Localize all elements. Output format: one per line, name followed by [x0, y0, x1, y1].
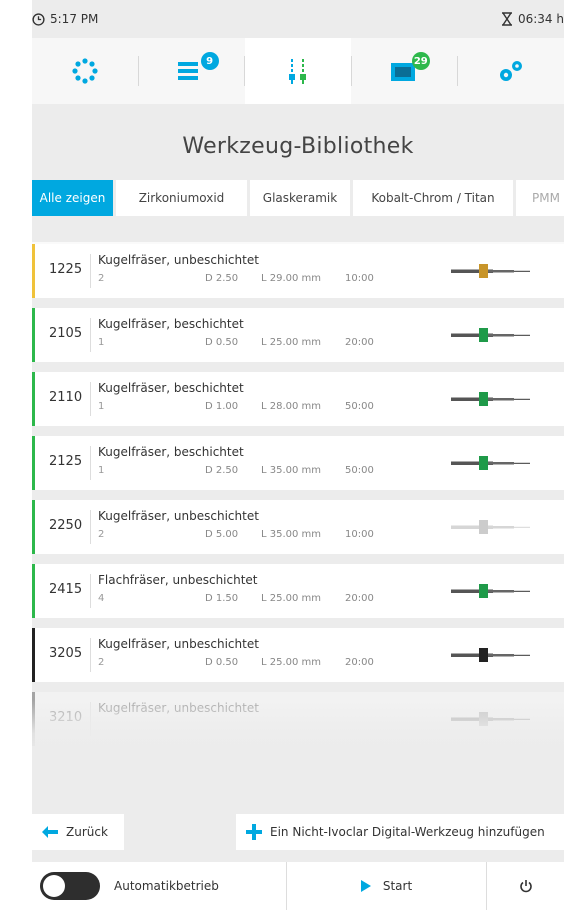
tool-length: L 25.00 mm: [261, 593, 322, 604]
start-button[interactable]: Start: [286, 862, 486, 910]
tool-diameter: D 1.00: [205, 401, 239, 412]
tool-row[interactable]: 3205 Kugelfräser, unbeschichtet 2 D 0.50 L 2…: [32, 628, 564, 682]
tool-count: 2: [98, 529, 105, 540]
power-icon: [519, 880, 532, 893]
tool-row[interactable]: 2250 Kugelfräser, unbeschichtet 2 D 5.00 L 3…: [32, 500, 564, 554]
tab-zirconia[interactable]: Zirkoniumoxid: [116, 180, 247, 216]
tool-time: 10:00: [345, 529, 374, 540]
tool-name: Kugelfräser, unbeschichtet: [98, 253, 259, 267]
milling-tool-icon: [451, 392, 530, 406]
milling-tool-icon: [451, 328, 530, 342]
tab-pmma[interactable]: PMM: [516, 180, 564, 216]
tool-count: 2: [98, 657, 105, 668]
main-nav: 9 29: [32, 38, 564, 104]
tool-count: 1: [98, 401, 105, 412]
tool-name: Kugelfräser, unbeschichtet: [98, 509, 259, 523]
arrow-left-icon: [42, 826, 58, 838]
tab-all[interactable]: Alle zeigen: [32, 180, 113, 216]
milling-tools-icon: [288, 59, 306, 84]
back-button[interactable]: Zurück: [32, 814, 124, 850]
clock-icon: [32, 12, 45, 26]
tool-diameter: D 2.50: [205, 273, 239, 284]
power-button[interactable]: [486, 862, 564, 910]
nav-machine[interactable]: [32, 38, 138, 104]
tool-name: Kugelfräser, beschichtet: [98, 445, 244, 459]
tab-cobalt-chrome-titanium[interactable]: Kobalt-Chrom / Titan: [353, 180, 513, 216]
tool-time: 50:00: [345, 401, 374, 412]
auto-mode: Automatikbetrieb: [32, 862, 286, 910]
bottom-bar: Automatikbetrieb Start: [32, 862, 564, 910]
tool-number: 2415: [49, 582, 83, 597]
tool-row[interactable]: 2105 Kugelfräser, beschichtet 1 D 0.50 L 25.…: [32, 308, 564, 362]
remaining-time: 06:34 h: [517, 12, 564, 26]
milling-tool-icon: [451, 584, 530, 598]
tool-length: L 25.00 mm: [261, 337, 322, 348]
tool-time: 20:00: [345, 657, 374, 668]
tool-number: 2250: [49, 518, 83, 533]
tool-list: 1225 Kugelfräser, unbeschichtet 2 D 2.50 L 2…: [32, 244, 564, 756]
status-bar: 5:17 PM 06:34 h: [32, 12, 564, 34]
nav-jobs[interactable]: 9: [139, 38, 245, 104]
tool-diameter: D 2.50: [205, 465, 239, 476]
tool-diameter: D 1.50: [205, 593, 239, 604]
tool-row[interactable]: 1225 Kugelfräser, unbeschichtet 2 D 2.50 L 2…: [32, 244, 564, 298]
tool-diameter: D 0.50: [205, 337, 239, 348]
tool-length: L 28.00 mm: [261, 401, 322, 412]
tool-time: 20:00: [345, 593, 374, 604]
tool-diameter: D 0.50: [205, 657, 239, 668]
tool-name: Kugelfräser, unbeschichtet: [98, 637, 259, 651]
tool-number: 2105: [49, 326, 83, 341]
play-icon: [360, 880, 371, 892]
tool-number: 2110: [49, 390, 83, 405]
clock-time: 5:17 PM: [50, 12, 99, 26]
milling-tool-icon: [451, 264, 530, 278]
page-title: Werkzeug-Bibliothek: [182, 134, 414, 159]
material-tabs: Alle zeigen Zirkoniumoxid Glaskeramik Ko…: [32, 180, 564, 216]
plus-icon: [246, 824, 262, 840]
blanks-badge: 29: [411, 52, 430, 70]
tool-number: 1225: [49, 262, 83, 277]
milling-tool-icon: [451, 520, 530, 534]
hourglass-icon: [501, 12, 512, 26]
gears-icon: [500, 61, 523, 81]
milling-tool-icon: [451, 456, 530, 470]
tool-name: Kugelfräser, beschichtet: [98, 381, 244, 395]
tool-number: 3205: [49, 646, 83, 661]
tab-glass-ceramic[interactable]: Glaskeramik: [250, 180, 350, 216]
tool-time: 10:00: [345, 273, 374, 284]
milling-tool-icon: [451, 648, 530, 662]
nav-settings[interactable]: [458, 38, 564, 104]
app-frame: 5:17 PM 06:34 h 9 29 Werkzeug-Bibliothek…: [32, 0, 564, 910]
auto-mode-label: Automatikbetrieb: [114, 879, 219, 893]
auto-mode-toggle[interactable]: [40, 872, 100, 900]
tool-time: 20:00: [345, 337, 374, 348]
tool-time: 50:00: [345, 465, 374, 476]
tool-row[interactable]: 2415 Flachfräser, unbeschichtet 4 D 1.50 L 2…: [32, 564, 564, 618]
tool-name: Flachfräser, unbeschichtet: [98, 573, 258, 587]
tool-length: L 29.00 mm: [261, 273, 322, 284]
tool-length: L 35.00 mm: [261, 465, 322, 476]
tool-name: Kugelfräser, beschichtet: [98, 317, 244, 331]
tool-diameter: D 5.00: [205, 529, 239, 540]
tool-count: 4: [98, 593, 105, 604]
tool-length: L 25.00 mm: [261, 657, 322, 668]
tool-row[interactable]: 2125 Kugelfräser, beschichtet 1 D 2.50 L 35.…: [32, 436, 564, 490]
jobs-badge: 9: [200, 52, 219, 70]
tool-count: 1: [98, 337, 105, 348]
tool-row[interactable]: 2110 Kugelfräser, beschichtet 1 D 1.00 L 28.…: [32, 372, 564, 426]
nav-blanks[interactable]: 29: [352, 38, 458, 104]
nav-tools[interactable]: [245, 38, 351, 104]
tool-number: 2125: [49, 454, 83, 469]
add-tool-button[interactable]: Ein Nicht-Ivoclar Digital-Werkzeug hinzu…: [236, 814, 564, 850]
tool-count: 1: [98, 465, 105, 476]
tool-length: L 35.00 mm: [261, 529, 322, 540]
cluster-circle-icon: [72, 58, 98, 84]
tool-count: 2: [98, 273, 105, 284]
